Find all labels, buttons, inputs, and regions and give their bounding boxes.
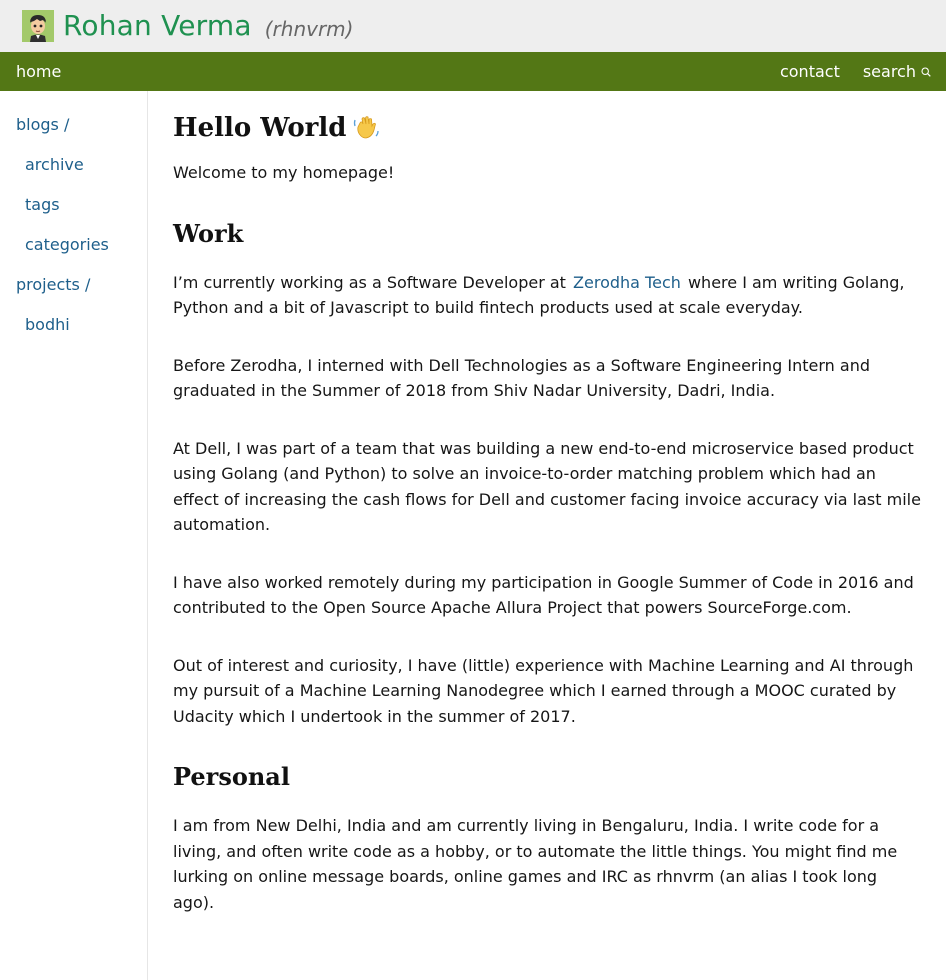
nav-search-label: search	[862, 62, 916, 81]
sidebar-item-tags[interactable]: tags	[16, 195, 147, 215]
cartoon-avatar-icon[interactable]	[22, 10, 54, 42]
work-paragraph-4: I have also worked remotely during my pa…	[173, 572, 914, 618]
work-paragraph-1-text-a: I’m currently working as a Software Deve…	[173, 272, 566, 292]
personal-paragraph-1: I am from New Delhi, India and am curren…	[173, 816, 898, 912]
zerodha-tech-link[interactable]: Zerodha Tech	[571, 273, 683, 292]
nav-search-link[interactable]: search	[863, 62, 931, 81]
page-title-text: Hello World	[173, 113, 347, 143]
work-paragraph-3: At Dell, I was part of a team that was b…	[173, 438, 921, 535]
page-title: Hello World	[173, 111, 922, 145]
work-paragraph-5: Out of interest and curiosity, I have (l…	[173, 655, 914, 726]
sidebar-item-projects[interactable]: projects /	[16, 275, 147, 295]
nav-contact-link[interactable]: contact	[780, 62, 840, 81]
welcome-text: Welcome to my homepage!	[173, 163, 395, 182]
personal-heading: Personal	[173, 762, 290, 791]
page-layout: blogs / archive tags categories projects…	[0, 91, 946, 980]
work-heading: Work	[173, 218, 244, 248]
sidebar-item-archive[interactable]: archive	[16, 155, 147, 175]
sidebar-item-categories[interactable]: categories	[16, 235, 147, 255]
main-content: Hello World Welcome to my homepage! Work…	[148, 91, 946, 980]
waving-hand-icon	[354, 116, 380, 139]
work-paragraph-2: Before Zerodha, I interned with Dell Tec…	[173, 355, 870, 401]
work-paragraph-1: I’m currently working as a Software Deve…	[173, 270, 922, 321]
nav-right-group: contact search	[780, 62, 931, 81]
site-handle: (rhnvrm)	[264, 16, 354, 41]
site-header: Rohan Verma (rhnvrm)	[0, 0, 946, 52]
search-icon	[921, 66, 931, 77]
nav-home-link[interactable]: home	[16, 62, 61, 81]
site-title-link[interactable]: Rohan Verma	[63, 12, 252, 40]
sidebar: blogs / archive tags categories projects…	[0, 91, 148, 980]
sidebar-item-bodhi[interactable]: bodhi	[16, 315, 147, 335]
top-navigation-bar: home contact search	[0, 52, 946, 91]
sidebar-item-blogs[interactable]: blogs /	[16, 115, 147, 135]
